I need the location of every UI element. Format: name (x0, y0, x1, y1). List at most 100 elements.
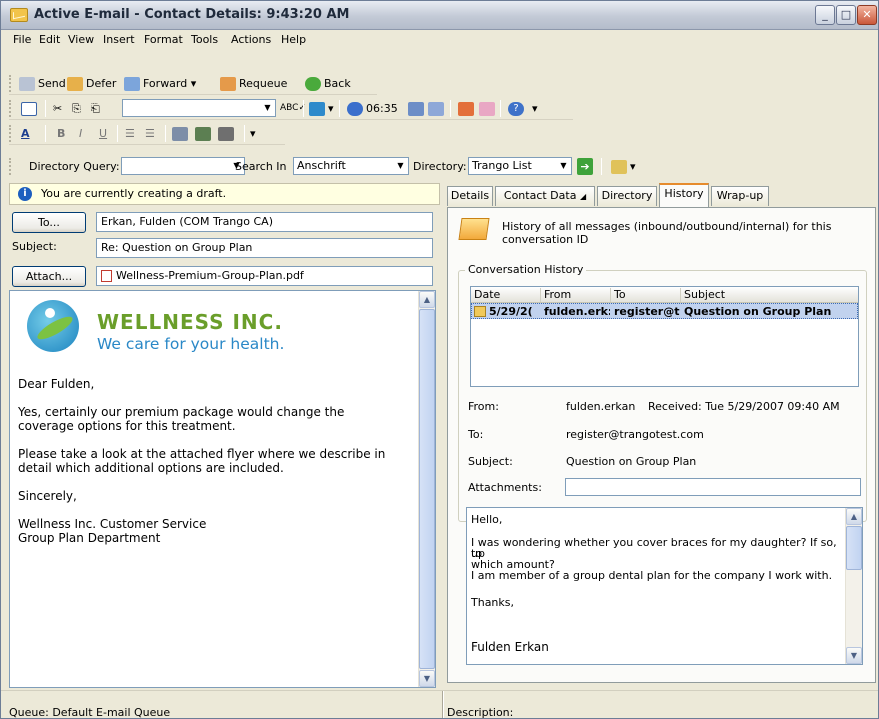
separator (45, 100, 46, 117)
to-label: To: (468, 428, 484, 441)
minimize-button[interactable]: _ (815, 5, 835, 25)
toolbar-grip[interactable] (9, 125, 12, 142)
toolbar-overflow-icon[interactable]: ▾ (532, 100, 538, 117)
status-divider (442, 691, 444, 718)
history-message-body[interactable]: Hello, I was wondering whether you cover… (466, 507, 863, 665)
separator (117, 125, 118, 142)
copy-icon[interactable]: ⎘ (72, 100, 81, 117)
help-icon[interactable]: ? (508, 100, 527, 117)
to-button[interactable]: To... (12, 212, 86, 233)
tab-directory[interactable]: Directory (597, 186, 657, 206)
scroll-up-icon[interactable]: ▲ (419, 291, 435, 308)
send-button[interactable]: Send (19, 75, 66, 92)
status-bar: Queue: Default E-mail Queue Description: (1, 690, 878, 718)
timer[interactable]: 06:35 (347, 100, 398, 117)
to-field[interactable]: Erkan, Fulden (COM Trango CA) (96, 212, 433, 232)
toolbar-grip[interactable] (9, 75, 12, 92)
font-color-icon[interactable]: A (21, 125, 30, 142)
forward-button[interactable]: Forward ▾ (124, 75, 196, 92)
underline-icon[interactable]: U (99, 125, 107, 142)
preview-icon[interactable] (428, 100, 447, 117)
scroll-thumb[interactable] (419, 309, 435, 669)
requeue-button[interactable]: Requeue (220, 75, 287, 92)
menu-help[interactable]: Help (281, 33, 306, 46)
cut-icon[interactable]: ✂ (53, 100, 62, 117)
close-button[interactable]: ✕ (857, 5, 877, 25)
row-date: 5/29/2( (489, 305, 533, 318)
body-line: coverage options for this treatment. (18, 419, 236, 433)
tab-wrap-up[interactable]: Wrap-up (711, 186, 769, 206)
separator (500, 100, 501, 117)
separator (303, 100, 304, 117)
message-line: Thanks, (471, 596, 515, 609)
back-button[interactable]: Back (305, 75, 351, 92)
new-window-icon[interactable] (21, 100, 40, 117)
menu-format[interactable]: Format (144, 33, 183, 46)
address-book-icon[interactable]: ▾ (611, 158, 636, 175)
menu-file[interactable]: File (13, 33, 31, 46)
wellness-logo: WELLNESS INC. We care for your health. (27, 300, 287, 364)
menu-actions[interactable]: Actions (231, 33, 271, 46)
bullet-list-icon[interactable]: ☰ (145, 125, 155, 142)
attachment-field[interactable]: Wellness-Premium-Group-Plan.pdf (96, 266, 433, 286)
subject-field[interactable]: Re: Question on Group Plan (96, 238, 433, 258)
menu-edit[interactable]: Edit (39, 33, 60, 46)
body-line: Wellness Inc. Customer Service (18, 517, 207, 531)
column-header-subject[interactable]: Subject (681, 288, 858, 302)
insert-button[interactable]: ▾ (309, 100, 334, 117)
details-pane: Details Contact Data ◢ Directory History… (445, 183, 878, 687)
scroll-up-icon[interactable]: ▲ (846, 508, 862, 525)
italic-icon[interactable]: I (79, 125, 82, 142)
insert-object-icon[interactable] (218, 125, 237, 142)
body-line: Please take a look at the attached flyer… (18, 447, 386, 461)
toolbar-overflow-icon[interactable]: ▾ (250, 125, 256, 142)
attach-button[interactable]: Attach... (12, 266, 86, 287)
numbered-list-icon[interactable]: ☰ (125, 125, 135, 142)
paste-icon[interactable]: ⎗ (91, 100, 100, 117)
directory-query-input[interactable]: ▼ (121, 157, 245, 175)
tab-contact-data[interactable]: Contact Data ◢ (495, 186, 595, 206)
tab-history[interactable]: History (659, 183, 709, 207)
chevron-down-icon: ▼ (560, 161, 567, 170)
directory-query-label: Directory Query: (29, 160, 120, 173)
font-combo[interactable]: ▼ (122, 99, 276, 117)
message-scrollbar[interactable]: ▲ ▼ (845, 508, 862, 664)
insert-icon (309, 102, 325, 116)
body-scrollbar[interactable]: ▲ ▼ (418, 291, 435, 687)
body-line: Sincerely, (18, 489, 77, 503)
conversation-list[interactable]: Date From To Subject 5/29/2( fulden.erk:… (470, 286, 859, 387)
scroll-thumb[interactable] (846, 526, 862, 570)
email-app-icon (10, 8, 28, 22)
attachment-name[interactable]: Wellness-Premium-Group-Plan.pdf (116, 269, 304, 282)
column-header-from[interactable]: From (541, 288, 611, 302)
column-header-to[interactable]: To (611, 288, 681, 302)
directory-select[interactable]: Trango List ▼ (468, 157, 572, 175)
menu-tools[interactable]: Tools (191, 33, 218, 46)
bold-icon[interactable]: B (57, 125, 65, 142)
maximize-button[interactable]: □ (836, 5, 856, 25)
message-body-editor[interactable]: WELLNESS INC. We care for your health. D… (9, 290, 436, 688)
list-item[interactable]: 5/29/2( fulden.erk: register@t Question … (471, 303, 858, 319)
from-value: fulden.erkan (566, 400, 636, 413)
tag-icon[interactable] (458, 100, 477, 117)
send-icon (19, 77, 35, 91)
menu-insert[interactable]: Insert (103, 33, 135, 46)
mail-icon[interactable] (479, 100, 498, 117)
email-window: Active E-mail - Contact Details: 9:43:20… (0, 0, 879, 719)
menu-view[interactable]: View (68, 33, 94, 46)
title-bar[interactable]: Active E-mail - Contact Details: 9:43:20… (1, 1, 878, 30)
toolbar-grip[interactable] (9, 100, 12, 117)
scroll-down-icon[interactable]: ▼ (846, 647, 862, 664)
column-header-date[interactable]: Date (471, 288, 541, 302)
go-arrow-icon[interactable]: ➔ (577, 158, 593, 175)
insert-link-icon[interactable] (172, 125, 191, 142)
attachments-field[interactable] (565, 478, 861, 496)
defer-button[interactable]: Defer (67, 75, 116, 92)
envelope-icon (458, 218, 490, 240)
route-icon[interactable] (408, 100, 427, 117)
insert-image-icon[interactable] (195, 125, 214, 142)
search-in-select[interactable]: Anschrift ▼ (293, 157, 409, 175)
toolbar-grip[interactable] (9, 158, 12, 175)
scroll-down-icon[interactable]: ▼ (419, 670, 435, 687)
tab-details[interactable]: Details (447, 186, 493, 206)
